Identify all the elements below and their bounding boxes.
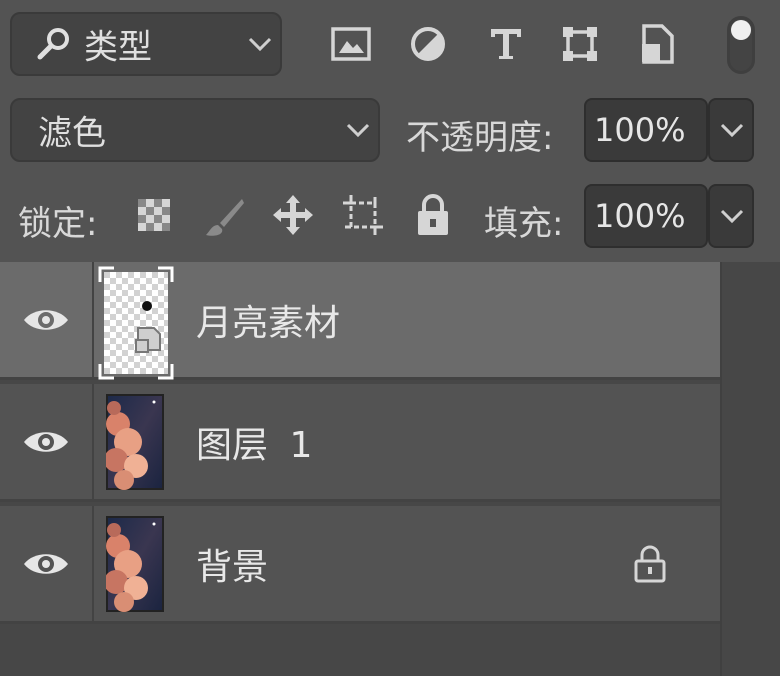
layer-row-moon[interactable]: 月亮素材 bbox=[0, 262, 720, 380]
chevron-down-icon bbox=[720, 123, 744, 138]
opacity-label: 不透明度: bbox=[406, 118, 554, 158]
opacity-input[interactable]: 100% bbox=[584, 98, 708, 162]
layer-name-suffix: 1 bbox=[289, 424, 313, 466]
opacity-dropdown-button[interactable] bbox=[708, 98, 754, 162]
blend-mode-dropdown[interactable]: 滤色 bbox=[10, 98, 380, 162]
chevron-down-icon bbox=[720, 209, 744, 224]
layer-thumbnail-image bbox=[106, 394, 164, 490]
eye-icon bbox=[24, 431, 68, 452]
blend-row: 滤色 不透明度: 100% bbox=[0, 88, 780, 176]
scrollbar-track[interactable] bbox=[720, 262, 780, 676]
visibility-toggle[interactable] bbox=[0, 262, 94, 377]
layer-name-text: 图层 bbox=[196, 424, 269, 466]
layer-thumbnail-image bbox=[106, 516, 164, 612]
filter-toggle-switch[interactable] bbox=[727, 16, 755, 74]
layer-row-background[interactable]: 背景 bbox=[0, 506, 720, 624]
fill-value: 100% bbox=[594, 197, 686, 235]
layer-name: 背景 bbox=[196, 546, 269, 588]
lock-image-pixels-icon[interactable] bbox=[202, 195, 246, 239]
eye-icon bbox=[24, 309, 68, 330]
fill-input[interactable]: 100% bbox=[584, 184, 708, 248]
chevron-down-icon bbox=[346, 123, 370, 138]
layers-list: 月亮素材 图层 1 背景 bbox=[0, 262, 780, 676]
fill-label: 填充: bbox=[484, 204, 564, 244]
visibility-toggle[interactable] bbox=[0, 506, 94, 621]
eye-icon bbox=[24, 553, 68, 574]
layer-name: 月亮素材 bbox=[196, 302, 341, 344]
lock-position-icon[interactable] bbox=[271, 193, 315, 237]
image-filter-icon[interactable] bbox=[330, 26, 372, 62]
search-icon bbox=[37, 28, 69, 60]
lock-artboard-icon[interactable] bbox=[341, 193, 385, 237]
layer-thumbnail-smart-object bbox=[98, 266, 174, 380]
adjustment-filter-icon[interactable] bbox=[409, 25, 447, 63]
lock-icon[interactable] bbox=[633, 544, 667, 584]
fill-dropdown-button[interactable] bbox=[708, 184, 754, 248]
chevron-down-icon bbox=[248, 37, 272, 52]
opacity-value: 100% bbox=[594, 111, 686, 149]
lock-label: 锁定: bbox=[18, 204, 98, 244]
blend-mode-label: 滤色 bbox=[38, 113, 106, 154]
lock-row: 锁定: 填充: 100% bbox=[0, 176, 780, 262]
smart-object-filter-icon[interactable] bbox=[640, 24, 674, 64]
layer-name: 图层 1 bbox=[196, 416, 312, 468]
filter-kind-dropdown[interactable]: 类型 bbox=[10, 12, 282, 76]
visibility-toggle[interactable] bbox=[0, 384, 94, 499]
layer-filter-row: 类型 bbox=[0, 0, 780, 88]
shape-filter-icon[interactable] bbox=[561, 25, 599, 63]
layer-row-layer1[interactable]: 图层 1 bbox=[0, 384, 720, 502]
filter-kind-label: 类型 bbox=[84, 27, 152, 68]
lock-all-icon[interactable] bbox=[415, 193, 451, 237]
type-filter-icon[interactable] bbox=[488, 26, 524, 62]
toggle-knob bbox=[731, 20, 751, 40]
lock-transparent-pixels-icon[interactable] bbox=[136, 197, 172, 233]
